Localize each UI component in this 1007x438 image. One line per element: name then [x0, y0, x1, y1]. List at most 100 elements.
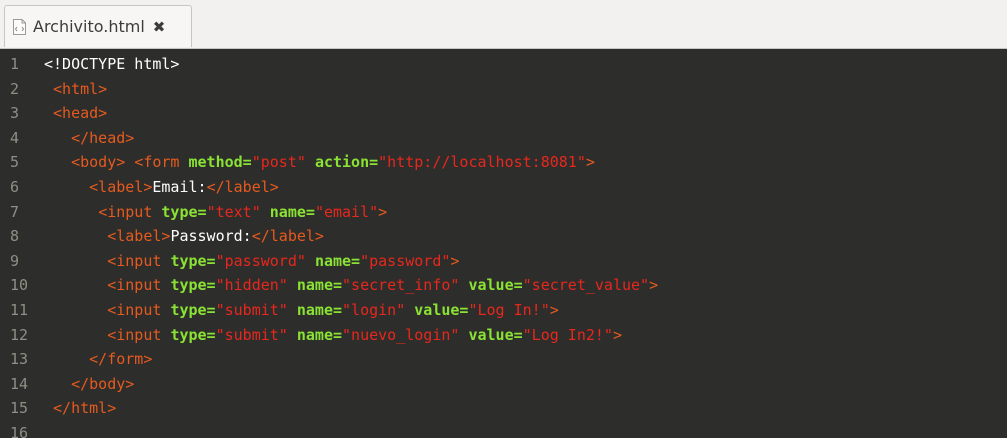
code-token: </label>	[251, 227, 324, 246]
code-line: <body> <form method="post" action="http:…	[44, 150, 1007, 175]
line-number: 2	[10, 79, 20, 98]
code-line: </form>	[44, 347, 1007, 372]
tab-title: Archivito.html	[33, 17, 145, 36]
code-token: </html>	[53, 399, 117, 418]
code-token: name=	[269, 202, 315, 221]
line-number: 9	[10, 251, 20, 270]
code-token: "hidden"	[215, 276, 288, 295]
code-line: <input type="submit" name="login" value=…	[44, 298, 1007, 323]
code-token: "secret_value"	[522, 276, 650, 295]
code-token: <input	[107, 276, 171, 295]
code-token: name=	[296, 276, 343, 295]
code-token: "password"	[360, 251, 451, 270]
code-token: >	[649, 276, 659, 295]
code-token: <label>	[89, 177, 153, 196]
code-token: <input	[107, 251, 171, 270]
line-number: 10	[10, 276, 29, 295]
code-token: name=	[296, 300, 343, 319]
code-token: "submit"	[215, 300, 288, 319]
code-editor[interactable]: 1 2 3 4 5 6 7 8 9 10 11 12 13 14 15 16 <!DOCTYPE html> …	[0, 49, 1007, 438]
code-token: "submit"	[215, 325, 288, 344]
line-number: 16	[10, 423, 29, 438]
code-area[interactable]: <!DOCTYPE html> <html> <head> </head> <b…	[44, 52, 1007, 438]
code-token: <form	[134, 153, 189, 172]
line-number: 15	[10, 399, 29, 418]
code-token: </head>	[71, 128, 135, 147]
code-token: >	[612, 325, 622, 344]
code-token: Email:	[152, 177, 207, 196]
code-token: <html>	[53, 79, 108, 98]
code-token: <label>	[107, 227, 171, 246]
code-token: method=	[188, 153, 252, 172]
code-token: action=	[314, 153, 379, 172]
code-line: <input type="text" name="email">	[44, 200, 1007, 225]
tab-bar: Archivito.html ✖	[0, 0, 1007, 49]
code-line: <head>	[44, 101, 1007, 126]
line-number-gutter: 1 2 3 4 5 6 7 8 9 10 11 12 13 14 15 16	[0, 52, 44, 438]
code-token: name=	[296, 325, 343, 344]
code-token: "post"	[251, 153, 306, 172]
code-token: "http://localhost:8081"	[378, 153, 586, 172]
code-token: type=	[170, 276, 216, 295]
code-token: "secret_info"	[342, 276, 460, 295]
code-token: >	[549, 300, 559, 319]
code-token: "text"	[206, 202, 261, 221]
code-line: <input type="password" name="password">	[44, 249, 1007, 274]
code-token: "Log In2!"	[522, 325, 613, 344]
code-token: >	[378, 202, 388, 221]
code-token: </label>	[206, 177, 279, 196]
code-token: >	[585, 153, 595, 172]
code-line: <label>Password:</label>	[44, 224, 1007, 249]
line-number: 14	[10, 374, 29, 393]
code-line: </html>	[44, 396, 1007, 421]
code-token: value=	[414, 300, 469, 319]
code-line: <!DOCTYPE html>	[44, 52, 1007, 77]
code-token: Password:	[170, 227, 252, 246]
code-token: >	[450, 251, 460, 270]
line-number: 12	[10, 325, 29, 344]
tab-archivito[interactable]: Archivito.html ✖	[4, 5, 192, 47]
code-token: <!DOCTYPE html>	[44, 55, 180, 73]
code-token: "email"	[314, 202, 379, 221]
code-token: "login"	[342, 300, 406, 319]
code-token: value=	[468, 325, 523, 344]
close-icon[interactable]: ✖	[153, 18, 166, 36]
line-number: 5	[10, 153, 20, 172]
code-token: <body>	[71, 153, 126, 172]
code-token: "nuevo_login"	[342, 325, 460, 344]
code-token: <head>	[53, 104, 108, 123]
code-token: type=	[170, 325, 216, 344]
html-file-icon	[13, 18, 26, 35]
editor-window: Archivito.html ✖ 1 2 3 4 5 6 7 8 9 10 11 12 13 14 15 16…	[0, 0, 1007, 438]
code-token: name=	[314, 251, 361, 270]
code-line: <label>Email:</label>	[44, 175, 1007, 200]
code-token: value=	[468, 276, 523, 295]
line-number: 8	[10, 227, 20, 246]
code-token: type=	[170, 251, 216, 270]
code-token: <input	[107, 300, 171, 319]
line-number: 7	[10, 202, 20, 221]
code-token: "Log In!"	[468, 300, 550, 319]
code-token: "password"	[215, 251, 306, 270]
code-line: </body>	[44, 372, 1007, 397]
